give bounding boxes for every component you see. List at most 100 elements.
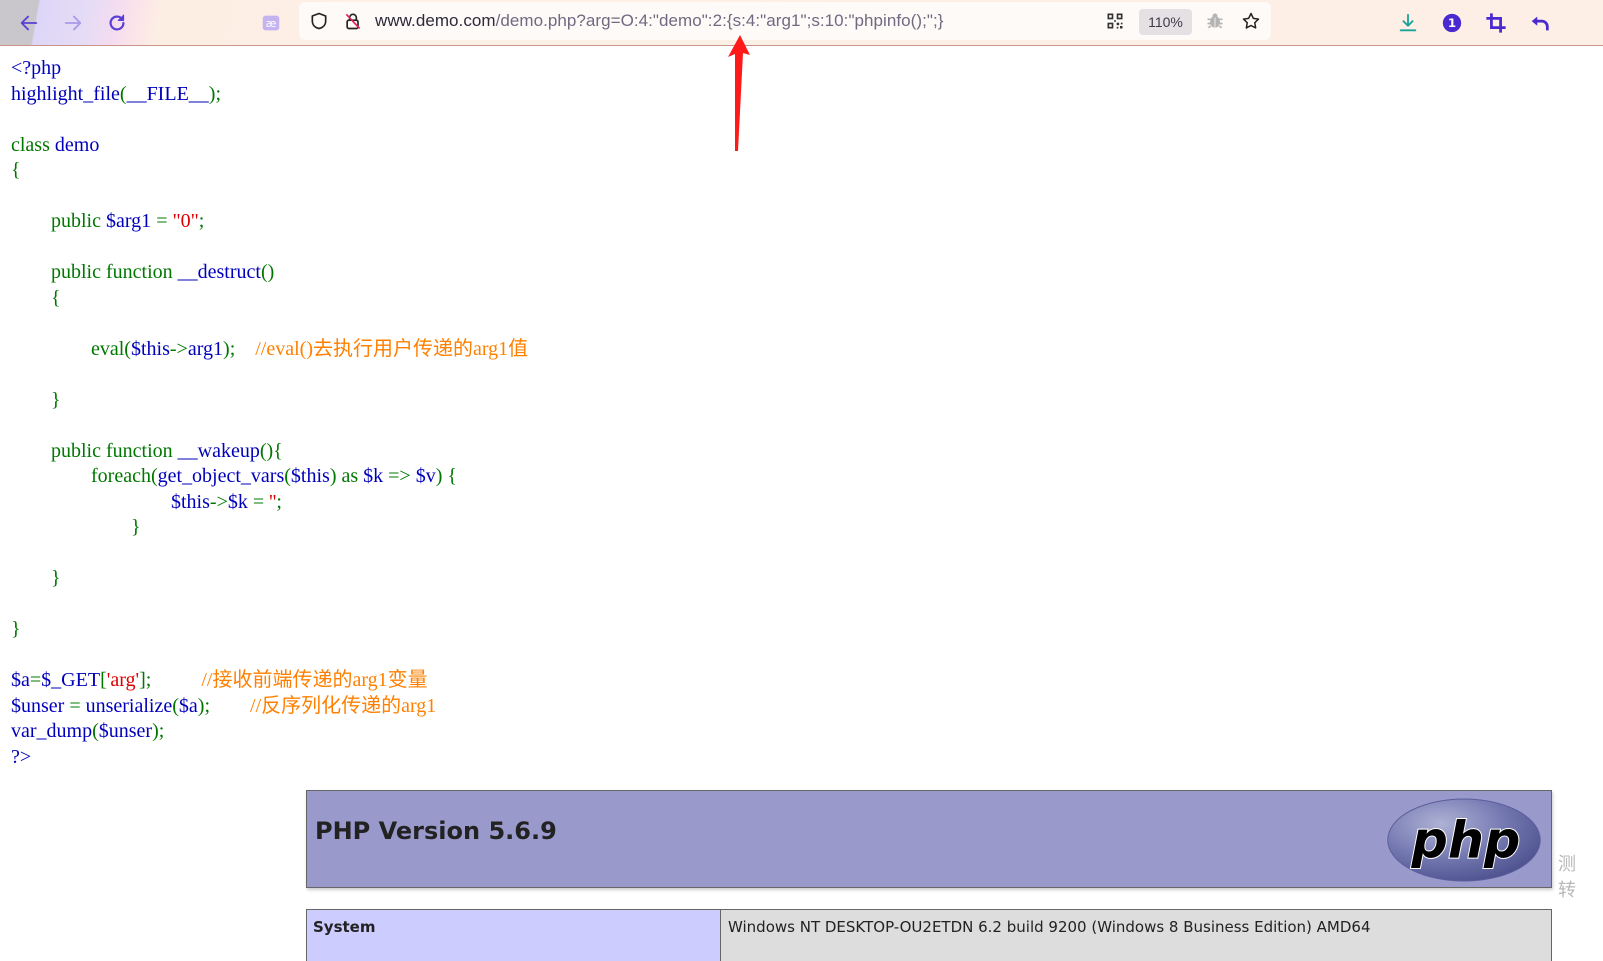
lock-slash-icon[interactable] (343, 11, 363, 31)
code-identifier: $this (171, 490, 210, 513)
code-keyword (11, 491, 171, 513)
svg-text:php: php (1411, 811, 1521, 870)
url-path: /demo.php?arg=O:4:"demo":2:{s:4:"arg1";s… (495, 11, 944, 30)
code-keyword: ) { (435, 465, 457, 487)
code-keyword: () (260, 261, 275, 283)
code-keyword: { (11, 286, 61, 309)
code-keyword: = (156, 210, 173, 232)
code-keyword: { (11, 159, 21, 181)
code-identifier: $this (130, 337, 170, 360)
code-keyword: public function (11, 261, 178, 283)
url-text[interactable]: www.demo.com/demo.php?arg=O:4:"demo":2:{… (375, 11, 943, 31)
php-logo-icon: php (1387, 798, 1541, 882)
extension-badge-icon: 1 (1442, 13, 1462, 33)
code-identifier: $unser (11, 694, 70, 717)
code-identifier: __FILE__ (126, 82, 209, 105)
zoom-level-badge[interactable]: 110% (1139, 9, 1192, 35)
code-line: $unser = unserialize($a); //反序列化传递的arg1 (11, 694, 528, 720)
code-line: { (11, 286, 528, 312)
code-keyword: ); (223, 337, 256, 360)
translate-button[interactable]: æ (256, 8, 286, 38)
code-string: 'arg' (106, 669, 140, 691)
code-keyword: (){ (259, 439, 283, 462)
code-line: { (11, 158, 528, 184)
code-identifier: $_GET (41, 669, 101, 691)
undo-icon (1531, 16, 1549, 31)
code-identifier: $k (363, 465, 389, 487)
code-string: "0" (172, 210, 199, 232)
side-watermark-char: 转 (1558, 880, 1576, 901)
code-keyword: ; (276, 490, 282, 513)
code-line: eval($this->arg1); //eval()去执行用户传递的arg1值 (11, 337, 528, 363)
code-keyword: ( (92, 720, 99, 742)
code-line: public $arg1 = "0"; (11, 209, 528, 235)
code-line: } (11, 388, 528, 414)
downloads-button[interactable] (1393, 8, 1423, 38)
code-keyword: class (11, 133, 55, 156)
undo-button[interactable] (1525, 8, 1555, 38)
arrow-left-icon (20, 15, 38, 31)
code-identifier: ?> (11, 745, 32, 768)
code-line: } (11, 617, 528, 643)
back-button[interactable] (14, 8, 44, 38)
code-keyword: -> (169, 337, 188, 360)
crop-icon (1486, 13, 1506, 33)
code-line: $a=$_GET['arg']; //接收前端传递的arg1变量 (11, 668, 528, 694)
phpinfo-row-label: System (307, 910, 721, 961)
code-identifier: $a (178, 694, 198, 717)
code-keyword: => (388, 465, 416, 487)
code-keyword: ( (172, 694, 179, 717)
star-icon[interactable] (1241, 11, 1261, 31)
code-keyword: ); (208, 82, 221, 105)
reload-button[interactable] (102, 8, 132, 38)
code-identifier: <?php (11, 57, 62, 79)
code-line: foreach(get_object_vars($this) as $k => … (11, 464, 528, 490)
crop-button[interactable] (1481, 8, 1511, 38)
side-watermark-char: 测 (1558, 854, 1576, 875)
code-line: ?> (11, 745, 528, 771)
code-keyword: ) as (329, 465, 364, 487)
code-line: } (11, 566, 528, 592)
phpinfo-table: System Windows NT DESKTOP-OU2ETDN 6.2 bu… (306, 909, 1552, 961)
code-keyword: = (29, 669, 42, 691)
ae-translate-icon: æ (262, 15, 280, 31)
code-identifier: $arg1 (106, 210, 157, 232)
code-line: } (11, 515, 528, 541)
code-keyword: = (252, 490, 270, 513)
code-line: $this->$k = ''; (11, 490, 528, 516)
code-comment: //接收前端传递的arg1变量 (201, 669, 428, 691)
code-identifier: __wakeup (177, 439, 260, 462)
svg-text:1: 1 (1448, 16, 1456, 30)
code-identifier: __destruct (177, 261, 261, 283)
extension-button[interactable]: 1 (1437, 8, 1467, 38)
bug-icon[interactable] (1205, 11, 1225, 31)
code-identifier: $a (11, 669, 30, 691)
code-keyword: public function (11, 439, 178, 462)
code-keyword: eval( (11, 337, 131, 360)
code-line: class demo (11, 133, 528, 159)
code-identifier: $k (227, 490, 253, 513)
code-identifier: demo (54, 133, 100, 156)
code-keyword: ( (119, 82, 127, 105)
code-keyword: } (11, 618, 21, 640)
code-keyword: -> (209, 490, 228, 513)
forward-button[interactable] (58, 8, 88, 38)
code-line: public function __destruct() (11, 260, 528, 286)
download-icon (1399, 13, 1417, 32)
code-identifier: $v (415, 465, 436, 487)
code-identifier: get_object_vars (157, 465, 285, 487)
browser-toolbar: æ www.demo.com/demo.php?arg=O:4:"demo":2… (0, 0, 1603, 46)
code-keyword: ); (197, 694, 251, 717)
phpinfo-header: PHP Version 5.6.9 php (306, 790, 1552, 888)
qr-code-icon[interactable] (1105, 11, 1125, 31)
shield-icon[interactable] (309, 11, 329, 31)
address-bar[interactable]: www.demo.com/demo.php?arg=O:4:"demo":2:{… (299, 2, 1271, 40)
code-line: var_dump($unser); (11, 719, 528, 745)
